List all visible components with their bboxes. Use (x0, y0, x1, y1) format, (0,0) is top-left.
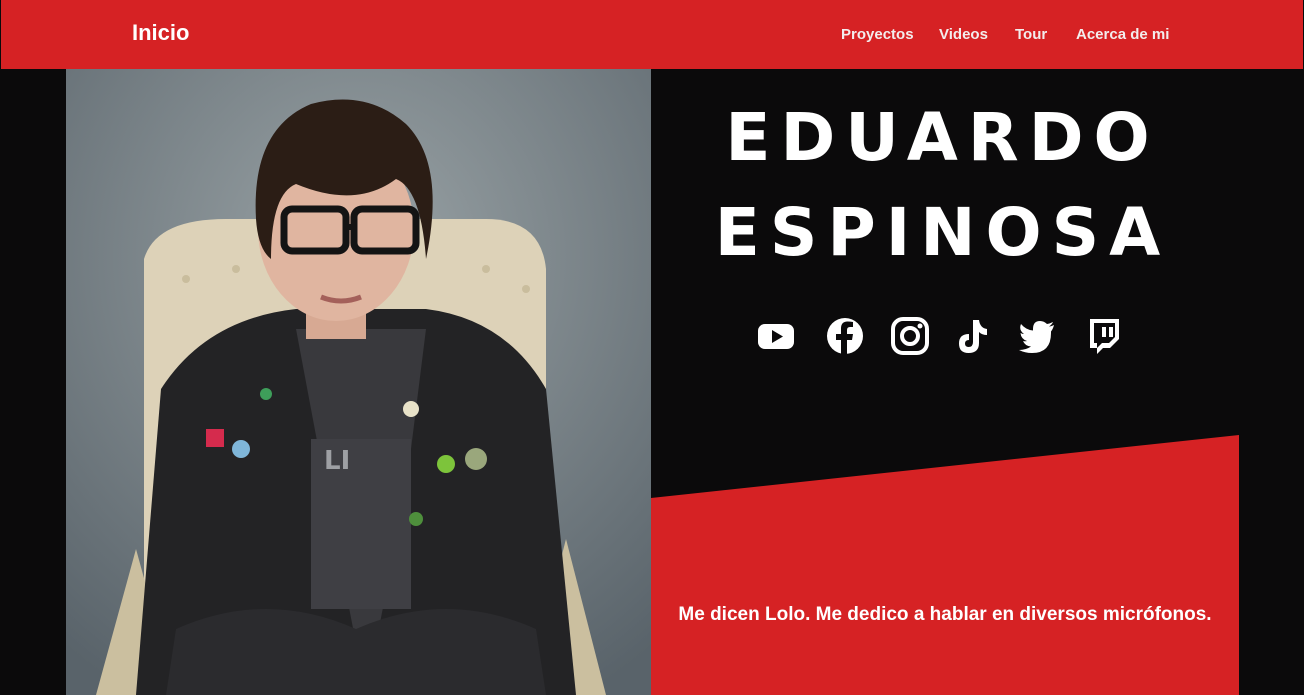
profile-photo: LI (66, 69, 651, 695)
svg-text:LI: LI (324, 446, 350, 476)
nav-link-videos[interactable]: Videos (939, 26, 988, 43)
top-navbar: Inicio Proyectos Videos Tour Acerca de m… (1, 0, 1303, 69)
brand-link-inicio[interactable]: Inicio (132, 20, 189, 46)
facebook-icon[interactable] (825, 316, 865, 356)
nav-link-acerca-de-mi[interactable]: Acerca de mi (1076, 26, 1169, 43)
tagline-red-banner (651, 435, 1239, 695)
hero-last-name: ESPINOSA (714, 194, 1171, 271)
twitch-icon[interactable] (1084, 316, 1124, 356)
twitter-icon[interactable] (1017, 316, 1057, 356)
nav-link-tour[interactable]: Tour (1015, 26, 1047, 43)
tiktok-icon[interactable] (952, 316, 992, 356)
hero-tagline: Me dicen Lolo. Me dedico a hablar en div… (678, 604, 1212, 625)
nav-link-proyectos[interactable]: Proyectos (841, 26, 914, 43)
left-margin (0, 69, 66, 695)
instagram-icon[interactable] (890, 316, 930, 356)
hero-first-name: EDUARDO (725, 99, 1160, 176)
social-links (651, 316, 1234, 360)
youtube-icon[interactable] (756, 316, 796, 356)
